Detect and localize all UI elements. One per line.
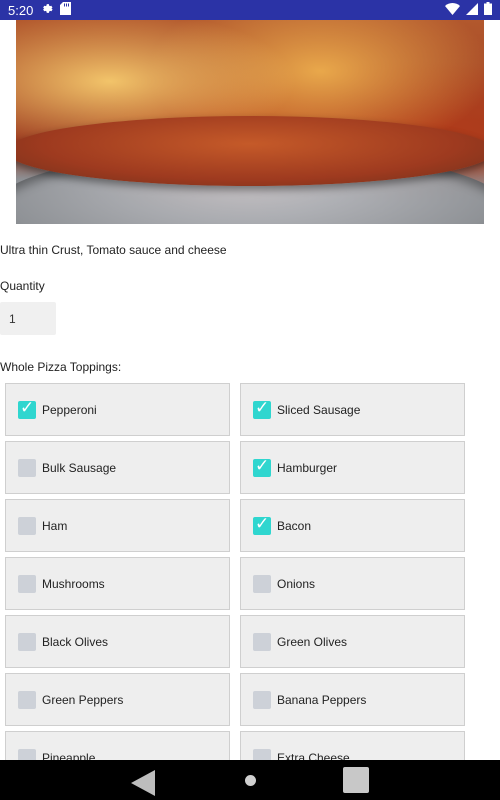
sd-card-icon — [60, 2, 72, 18]
topping-label: Onions — [277, 576, 316, 591]
topping-option[interactable]: Banana Peppers — [240, 673, 465, 726]
topping-option[interactable]: Green Olives — [240, 615, 465, 668]
product-description: Ultra thin Crust, Tomato sauce and chees… — [0, 243, 227, 257]
quantity-input[interactable] — [0, 302, 56, 335]
toppings-label: Whole Pizza Toppings: — [0, 360, 122, 374]
battery-icon — [484, 2, 492, 18]
topping-option[interactable]: Bulk Sausage — [5, 441, 230, 494]
checkbox[interactable] — [253, 574, 271, 593]
status-time: 5:20 — [8, 2, 34, 18]
topping-label: Green Olives — [277, 634, 348, 649]
topping-label: Green Peppers — [42, 692, 124, 707]
checkbox[interactable] — [18, 574, 36, 593]
gear-icon — [40, 2, 53, 18]
topping-option[interactable]: Onions — [240, 557, 465, 610]
checkbox[interactable] — [18, 458, 36, 477]
checkbox[interactable] — [18, 398, 36, 419]
toppings-grid: Pepperoni Sliced Sausage Bulk Sausage Ha… — [5, 383, 465, 784]
topping-option[interactable]: Ham — [5, 499, 230, 552]
topping-label: Bacon — [277, 518, 312, 533]
topping-label: Bulk Sausage — [42, 460, 117, 475]
checkbox[interactable] — [253, 456, 271, 477]
topping-label: Ham — [42, 518, 68, 533]
pizza-crust — [16, 116, 484, 186]
quantity-label: Quantity — [0, 279, 45, 293]
cellular-icon — [466, 2, 478, 18]
checkbox[interactable] — [253, 398, 271, 419]
topping-label: Black Olives — [42, 634, 109, 649]
topping-option[interactable]: Green Peppers — [5, 673, 230, 726]
back-icon[interactable] — [131, 770, 155, 796]
topping-option[interactable]: Hamburger — [240, 441, 465, 494]
checkbox[interactable] — [253, 514, 271, 535]
pizza-image — [16, 20, 484, 224]
checkbox[interactable] — [18, 516, 36, 535]
checkbox[interactable] — [18, 690, 36, 709]
topping-option[interactable]: Mushrooms — [5, 557, 230, 610]
topping-label: Pepperoni — [42, 402, 97, 417]
wifi-icon — [445, 2, 460, 18]
topping-option[interactable]: Sliced Sausage — [240, 383, 465, 436]
checkbox[interactable] — [18, 632, 36, 651]
status-bar: 5:20 — [0, 0, 500, 20]
topping-option[interactable]: Pepperoni — [5, 383, 230, 436]
home-icon[interactable] — [245, 775, 256, 786]
topping-label: Mushrooms — [42, 576, 105, 591]
topping-option[interactable]: Black Olives — [5, 615, 230, 668]
topping-label: Banana Peppers — [277, 692, 367, 707]
topping-label: Sliced Sausage — [277, 402, 361, 417]
checkbox[interactable] — [253, 690, 271, 709]
topping-option[interactable]: Bacon — [240, 499, 465, 552]
navigation-bar — [0, 760, 500, 800]
topping-label: Hamburger — [277, 460, 338, 475]
checkbox[interactable] — [253, 632, 271, 651]
recents-icon[interactable] — [343, 767, 369, 793]
